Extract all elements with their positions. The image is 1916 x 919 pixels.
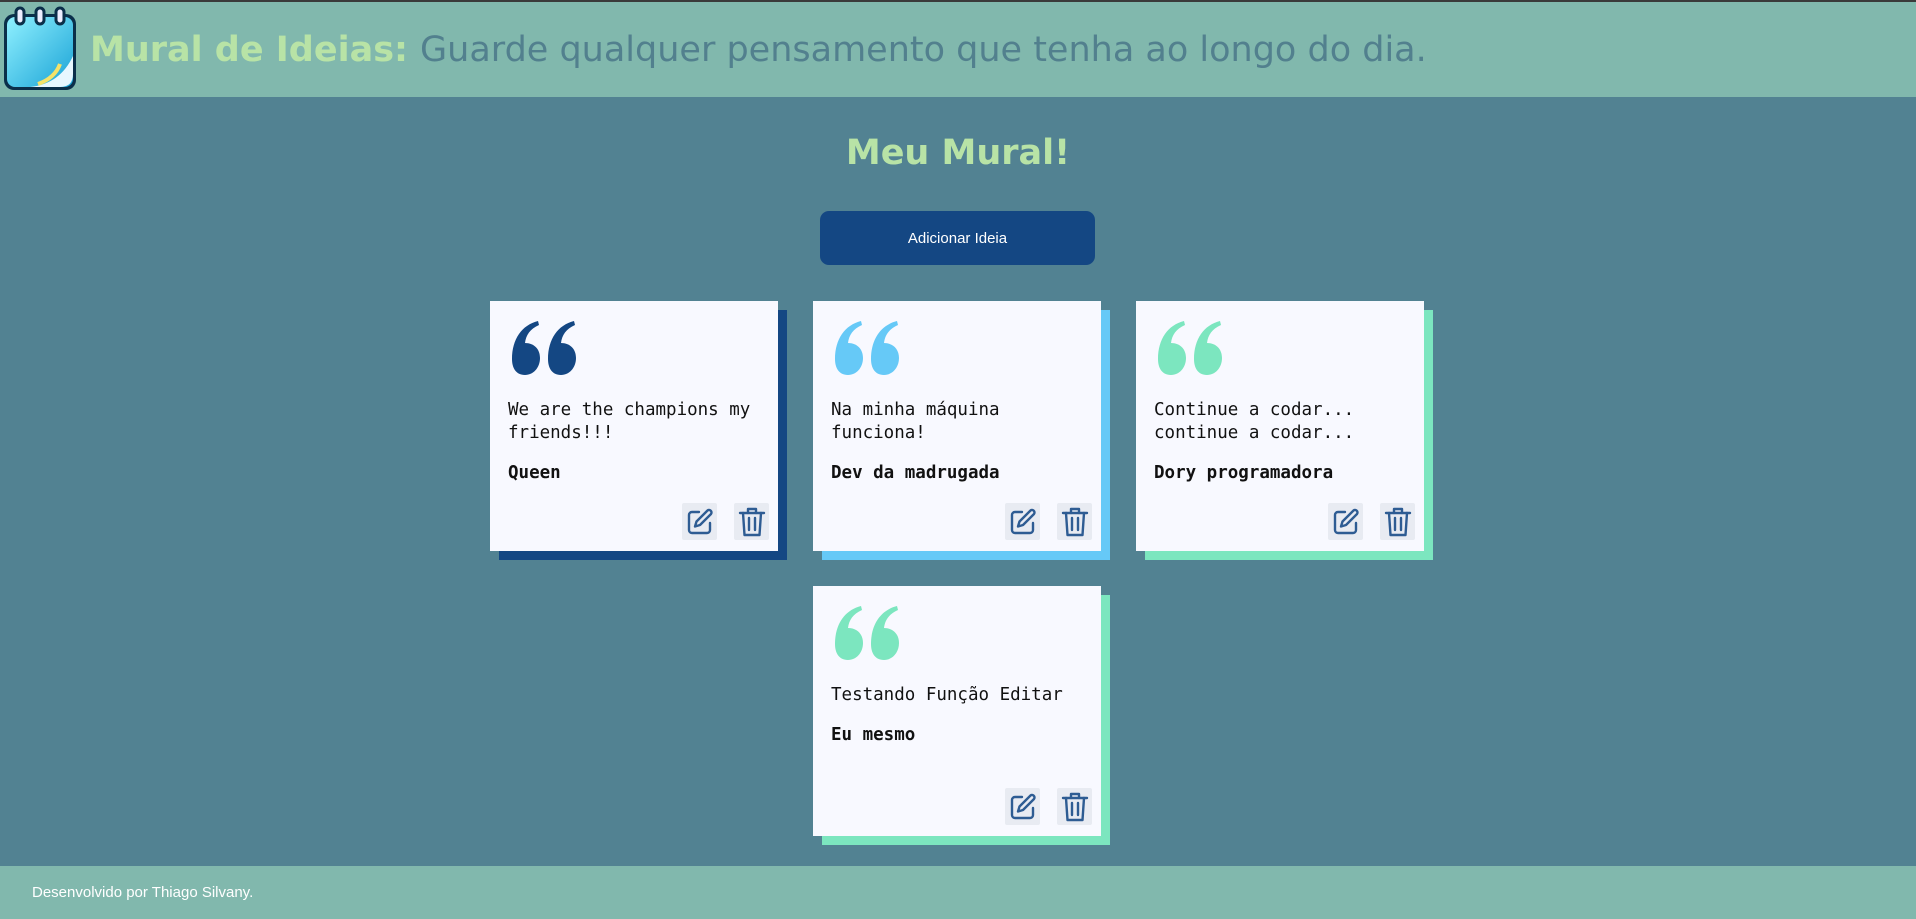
edit-icon xyxy=(1010,793,1036,819)
trash-icon xyxy=(1384,507,1411,536)
edit-icon xyxy=(687,508,713,534)
app-header: Mural de Ideias: Guarde qualquer pensame… xyxy=(0,2,1916,97)
card-actions xyxy=(1328,503,1415,540)
card-actions xyxy=(1005,788,1092,825)
idea-card: Na minha máquina funciona! Dev da madrug… xyxy=(813,301,1110,560)
edit-button[interactable] xyxy=(682,503,717,540)
delete-button[interactable] xyxy=(1057,503,1092,540)
edit-button[interactable] xyxy=(1328,503,1363,540)
idea-text: We are the champions my friends!!! xyxy=(508,400,751,443)
page-title: Meu Mural! xyxy=(845,133,1071,173)
card-actions xyxy=(1005,503,1092,540)
delete-button[interactable] xyxy=(734,503,769,540)
idea-text: Testando Função Editar xyxy=(831,685,1063,705)
idea-text: Continue a codar... continue a codar... xyxy=(1154,400,1355,443)
header-tagline: Guarde qualquer pensamento que tenha ao … xyxy=(420,29,1427,70)
edit-button[interactable] xyxy=(1005,788,1040,825)
card-actions xyxy=(682,503,769,540)
trash-icon xyxy=(1061,792,1088,821)
footer-credit: Desenvolvido por Thiago Silvany. xyxy=(32,884,254,901)
quote-icon xyxy=(835,321,899,375)
idea-author: Dev da madrugada xyxy=(831,463,1000,483)
notepad-calendar-icon xyxy=(0,6,80,94)
idea-author: Queen xyxy=(508,463,561,483)
idea-author: Eu mesmo xyxy=(831,725,916,745)
edit-icon xyxy=(1333,508,1359,534)
quote-icon xyxy=(1158,321,1222,375)
idea-card: Continue a codar... continue a codar... … xyxy=(1136,301,1433,560)
idea-card: Testando Função Editar Eu mesmo xyxy=(813,586,1110,845)
delete-button[interactable] xyxy=(1380,503,1415,540)
idea-card: We are the champions my friends!!! Queen xyxy=(490,301,787,560)
delete-button[interactable] xyxy=(1057,788,1092,825)
idea-text: Na minha máquina funciona! xyxy=(831,400,1000,443)
trash-icon xyxy=(1061,507,1088,536)
brand-title: Mural de Ideias: xyxy=(90,29,409,70)
quote-icon xyxy=(835,606,899,660)
trash-icon xyxy=(738,507,765,536)
quote-icon xyxy=(512,321,576,375)
add-idea-button[interactable]: Adicionar Ideia xyxy=(820,211,1095,265)
idea-author: Dory programadora xyxy=(1154,463,1334,483)
edit-button[interactable] xyxy=(1005,503,1040,540)
edit-icon xyxy=(1010,508,1036,534)
page-footer: Desenvolvido por Thiago Silvany. xyxy=(0,866,1916,919)
